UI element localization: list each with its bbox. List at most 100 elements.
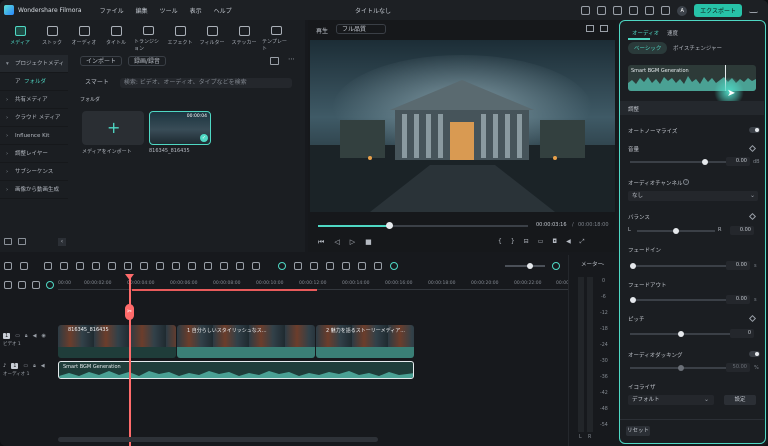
auto-normalize-toggle[interactable] <box>749 127 760 133</box>
lock-icon[interactable]: 🔒︎ <box>33 363 36 369</box>
audio-mute-icon[interactable]: ◀ <box>33 333 37 339</box>
split-icon[interactable]: ⊟ <box>524 238 529 246</box>
sidebar-item-folder[interactable]: フォルダ <box>0 73 68 91</box>
save-icon[interactable] <box>645 6 655 15</box>
record-dropdown[interactable]: 録画/録音 <box>128 56 167 66</box>
crop-icon[interactable] <box>108 262 116 270</box>
sidebar-item-cloud-media[interactable]: クラウド メディア <box>0 109 68 127</box>
step-back-icon[interactable]: ◁ <box>334 238 339 247</box>
skip-back-icon[interactable]: ⏮ <box>318 238 324 247</box>
tab-effect[interactable]: エフェクト <box>166 22 194 52</box>
equalizer-settings-button[interactable]: 設定 <box>724 395 756 405</box>
cloud-icon[interactable] <box>629 6 639 15</box>
image-icon[interactable] <box>600 25 608 32</box>
info-icon[interactable]: ? <box>683 179 689 185</box>
camera-icon[interactable]: ◘ <box>552 238 557 246</box>
audio-channel-select[interactable]: なし <box>628 191 758 201</box>
zoom-in-icon[interactable] <box>552 262 560 270</box>
avatar[interactable]: A <box>677 5 688 16</box>
ducking-slider-handle[interactable] <box>678 364 684 371</box>
fade-in-input[interactable]: 0.00 <box>726 261 750 270</box>
folder-icon[interactable] <box>18 238 26 245</box>
audio-mix-icon[interactable] <box>358 262 366 270</box>
tab-speed[interactable]: 速度 <box>667 29 678 37</box>
grid-icon[interactable] <box>613 6 623 15</box>
export-button[interactable]: エクスポート <box>694 4 742 17</box>
adjust-icon[interactable] <box>220 262 228 270</box>
balance-slider-handle[interactable] <box>673 227 679 234</box>
text-icon[interactable] <box>124 262 132 270</box>
tab-template[interactable]: テンプレート <box>262 22 290 52</box>
video-viewer[interactable] <box>310 40 615 212</box>
mask-icon[interactable] <box>204 262 212 270</box>
menu-tools[interactable]: ツール <box>160 6 178 15</box>
ducking-input[interactable]: 50.00 <box>726 363 750 372</box>
media-clip-thumbnail[interactable]: 00:00:04 ✓ <box>149 111 211 145</box>
new-folder-icon[interactable] <box>4 238 12 245</box>
layout-icon[interactable] <box>4 262 12 270</box>
magnet-icon[interactable] <box>32 281 40 289</box>
cut-icon[interactable] <box>92 262 100 270</box>
balance-keyframe-icon[interactable] <box>748 212 757 221</box>
fade-out-input[interactable]: 0.00 <box>726 295 750 304</box>
fit-icon[interactable] <box>188 262 196 270</box>
balance-input[interactable]: 0.00 <box>730 226 754 235</box>
tab-audio-properties[interactable]: オーディオ <box>632 29 659 37</box>
meter-dropdown-icon[interactable]: ⌄ <box>601 261 605 267</box>
collapse-sidebar-icon[interactable]: ‹ <box>58 238 66 246</box>
stop-icon[interactable]: ■ <box>365 238 372 247</box>
subtab-voice-changer[interactable]: ボイスチェンジャー <box>673 44 722 52</box>
volume-keyframe-icon[interactable] <box>748 144 757 153</box>
import-dropdown[interactable]: インポート <box>80 56 123 66</box>
help-icon[interactable] <box>661 6 671 15</box>
fade-out-slider[interactable] <box>630 296 730 303</box>
tab-sticker[interactable]: ステッカー <box>230 22 258 52</box>
preview-scrub-handle[interactable] <box>386 222 393 229</box>
timeline-video-clip[interactable]: 816345_816435 <box>58 325 176 358</box>
zoom-out-icon[interactable] <box>390 262 398 270</box>
delete-icon[interactable] <box>76 262 84 270</box>
timeline-video-clip[interactable]: 2 魅力を語るストーリーメディア... <box>316 325 414 358</box>
reset-button[interactable]: リセット <box>626 426 650 436</box>
fade-in-slider-handle[interactable] <box>630 262 636 269</box>
volume-input[interactable]: 0.00 <box>726 157 750 166</box>
quality-dropdown[interactable]: フル品質 <box>336 24 386 34</box>
microphone-icon[interactable] <box>342 262 350 270</box>
timeline-audio-clip[interactable]: Smart BGM Generation <box>58 361 414 379</box>
mark-in-icon[interactable]: { <box>498 238 502 246</box>
timeline-horizontal-scrollbar[interactable] <box>58 437 378 442</box>
playhead-line[interactable] <box>129 275 131 446</box>
tab-media[interactable]: メディア <box>6 22 34 52</box>
media-search-input[interactable]: 検索: ビデオ、オーディオ、タイプなどを検索 <box>119 78 292 88</box>
ducking-toggle[interactable] <box>749 351 760 357</box>
balance-slider[interactable] <box>637 227 715 234</box>
audio-mute-icon[interactable]: ◀ <box>41 363 45 369</box>
add-track-icon[interactable] <box>4 281 12 289</box>
rotate-icon[interactable] <box>156 262 164 270</box>
menu-help[interactable]: ヘルプ <box>214 6 232 15</box>
sidebar-item-subsequence[interactable]: サブシーケンス <box>0 163 68 181</box>
select-tool-icon[interactable] <box>20 262 28 270</box>
mark-out-icon[interactable]: } <box>511 238 515 246</box>
tab-transition[interactable]: トランジション <box>134 22 162 52</box>
pitch-keyframe-icon[interactable] <box>748 314 757 323</box>
sidebar-item-image-to-video[interactable]: 画像から動画生成 <box>0 181 68 199</box>
pitch-input[interactable]: 0 <box>730 329 754 338</box>
ducking-slider[interactable] <box>630 364 730 371</box>
tab-audio[interactable]: オーディオ <box>70 22 98 52</box>
eye-icon[interactable]: ◉ <box>41 333 45 339</box>
play-icon[interactable]: ▷ <box>350 238 355 247</box>
menu-file[interactable]: ファイル <box>100 6 124 15</box>
scissors-icon[interactable]: ✂ <box>125 304 134 320</box>
tab-stock[interactable]: ストック <box>38 22 66 52</box>
undo-icon[interactable] <box>44 262 52 270</box>
volume-slider[interactable] <box>630 158 730 165</box>
fade-in-slider[interactable] <box>630 262 730 269</box>
ai-icon[interactable] <box>278 262 286 270</box>
smart-dropdown[interactable]: スマート <box>80 78 114 88</box>
filter-icon[interactable] <box>270 57 279 65</box>
tab-title[interactable]: タイトル <box>102 22 130 52</box>
equalizer-select[interactable]: デフォルト <box>628 395 714 405</box>
render-icon[interactable]: ▭ <box>538 238 544 246</box>
tab-filter[interactable]: フィルター <box>198 22 226 52</box>
